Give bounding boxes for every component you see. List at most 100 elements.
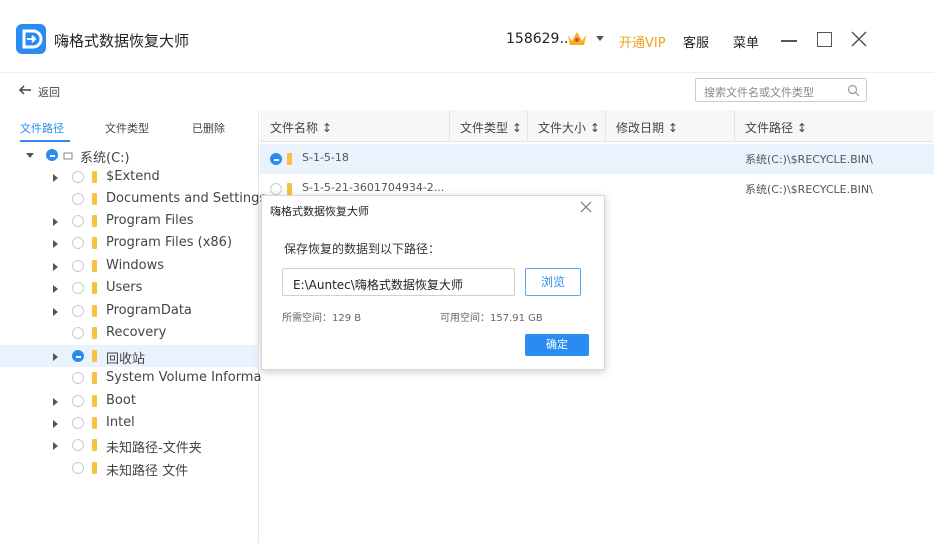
back-button[interactable]: 返回	[38, 84, 60, 100]
file-name: S-1-5-21-3601704934-2...	[302, 181, 445, 194]
app-logo-icon	[16, 24, 46, 54]
folder-icon	[92, 417, 97, 429]
expand-icon[interactable]	[53, 174, 58, 182]
checkbox[interactable]	[72, 462, 84, 474]
menu-button[interactable]: 菜单	[733, 32, 759, 51]
checkbox[interactable]	[72, 350, 84, 362]
tree-item-label: Windows	[106, 258, 165, 273]
account-id[interactable]: 158629...	[506, 31, 573, 47]
available-space: 可用空间：157.91 GB	[440, 313, 543, 324]
expand-icon[interactable]	[53, 442, 58, 450]
collapse-icon[interactable]	[26, 153, 34, 158]
confirm-button[interactable]: 确定	[525, 334, 589, 356]
tree-item[interactable]: System Volume Informa	[0, 367, 261, 389]
checkbox[interactable]	[72, 305, 84, 317]
folder-icon	[92, 327, 97, 339]
checkbox[interactable]	[270, 183, 282, 195]
table-header: 文件名称 ↕ 文件类型 ↕ 文件大小 ↕ 修改日期 ↕ 文件路径 ↕	[260, 110, 934, 142]
expand-icon[interactable]	[53, 353, 58, 361]
tree-item[interactable]: Boot	[0, 390, 259, 412]
checkbox[interactable]	[72, 395, 84, 407]
tree-item[interactable]: $Extend	[0, 166, 259, 188]
maximize-icon[interactable]	[817, 32, 832, 47]
save-path-input[interactable]: E:\Auntec\嗨格式数据恢复大师	[282, 268, 515, 296]
checkbox[interactable]	[72, 260, 84, 272]
dialog-title: 嗨格式数据恢复大师	[270, 205, 369, 218]
tree-item-label: 回收站	[106, 352, 146, 367]
browse-button[interactable]: 浏览	[525, 268, 581, 296]
checkbox[interactable]	[72, 282, 84, 294]
expand-icon[interactable]	[53, 240, 58, 248]
checkbox[interactable]	[72, 193, 84, 205]
column-header-type[interactable]: 文件类型 ↕	[450, 110, 528, 142]
tab-file-type[interactable]: 文件类型	[105, 120, 149, 136]
expand-icon[interactable]	[53, 420, 58, 428]
tree-item[interactable]: 未知路径-文件夹	[0, 434, 259, 456]
title-bar: 嗨格式数据恢复大师 158629... 开通VIP 客服 菜单	[0, 0, 934, 72]
tree-item[interactable]: Program Files	[0, 210, 259, 232]
tree-item[interactable]: Documents and Settings	[0, 188, 266, 210]
expand-icon[interactable]	[53, 218, 58, 226]
search-input[interactable]: 搜索文件名或文件类型	[695, 78, 867, 102]
search-icon[interactable]	[847, 84, 860, 97]
tree-item-drive-c[interactable]: 系统(C:)	[0, 144, 259, 166]
tree-item-label: Intel	[106, 415, 135, 430]
active-tab-indicator	[20, 140, 70, 142]
folder-icon	[92, 171, 97, 183]
folder-icon	[92, 395, 97, 407]
close-icon[interactable]	[850, 30, 868, 48]
tab-file-path[interactable]: 文件路径	[20, 120, 64, 136]
account-dropdown-icon[interactable]	[596, 36, 604, 41]
checkbox[interactable]	[270, 153, 282, 165]
tree-item[interactable]: ProgramData	[0, 300, 259, 322]
expand-icon[interactable]	[53, 285, 58, 293]
save-dialog: 嗨格式数据恢复大师 保存恢复的数据到以下路径： E:\Auntec\嗨格式数据恢…	[261, 195, 605, 370]
checkbox[interactable]	[72, 327, 84, 339]
column-header-name[interactable]: 文件名称 ↕	[260, 110, 450, 142]
column-header-date[interactable]: 修改日期 ↕	[606, 110, 735, 142]
tree-item-recycle-bin[interactable]: 回收站	[0, 345, 259, 367]
app-title: 嗨格式数据恢复大师	[54, 32, 190, 50]
customer-service-button[interactable]: 客服	[683, 32, 709, 51]
tree-item[interactable]: Recovery	[0, 322, 259, 344]
tree-item[interactable]: Intel	[0, 412, 259, 434]
left-panel: 文件路径 文件类型 已删除 系统(C:) $Extend Documents a…	[0, 110, 266, 543]
checkbox[interactable]	[72, 372, 84, 384]
tree-item-label: Program Files (x86)	[106, 235, 233, 250]
file-path: 系统(C:)\$RECYCLE.BIN\	[745, 153, 873, 166]
checkbox[interactable]	[72, 215, 84, 227]
left-tabs: 文件路径 文件类型 已删除	[0, 110, 259, 142]
tree-item[interactable]: Users	[0, 277, 259, 299]
expand-icon[interactable]	[53, 263, 58, 271]
folder-icon	[92, 350, 97, 362]
search-placeholder: 搜索文件名或文件类型	[704, 86, 814, 99]
tree-item-label: Program Files	[106, 213, 194, 228]
expand-icon[interactable]	[53, 398, 58, 406]
checkbox[interactable]	[72, 237, 84, 249]
checkbox[interactable]	[72, 439, 84, 451]
column-header-path[interactable]: 文件路径 ↕	[735, 110, 934, 142]
minimize-icon[interactable]	[781, 40, 797, 42]
sub-toolbar: 返回 搜索文件名或文件类型	[0, 72, 934, 108]
tree-item-label: ProgramData	[106, 303, 192, 318]
dialog-close-icon[interactable]	[580, 201, 592, 213]
dialog-prompt: 保存恢复的数据到以下路径：	[284, 242, 441, 256]
folder-icon	[92, 282, 97, 294]
drive-icon	[63, 150, 73, 160]
tree-item[interactable]: 未知路径 文件	[0, 457, 259, 479]
tree-item-label: $Extend	[106, 169, 160, 184]
expand-icon[interactable]	[53, 308, 58, 316]
folder-icon	[287, 153, 292, 165]
table-row[interactable]: S-1-5-18 系统(C:)\$RECYCLE.BIN\	[260, 144, 934, 174]
back-arrow-icon[interactable]	[18, 83, 32, 97]
folder-icon	[92, 462, 97, 474]
file-path: 系统(C:)\$RECYCLE.BIN\	[745, 183, 873, 196]
checkbox[interactable]	[46, 149, 58, 161]
tree-item[interactable]: Windows	[0, 255, 259, 277]
open-vip-link[interactable]: 开通VIP	[619, 32, 666, 51]
checkbox[interactable]	[72, 417, 84, 429]
column-header-size[interactable]: 文件大小 ↕	[528, 110, 606, 142]
tree-item[interactable]: Program Files (x86)	[0, 232, 259, 254]
checkbox[interactable]	[72, 171, 84, 183]
tab-deleted[interactable]: 已删除	[192, 120, 225, 136]
